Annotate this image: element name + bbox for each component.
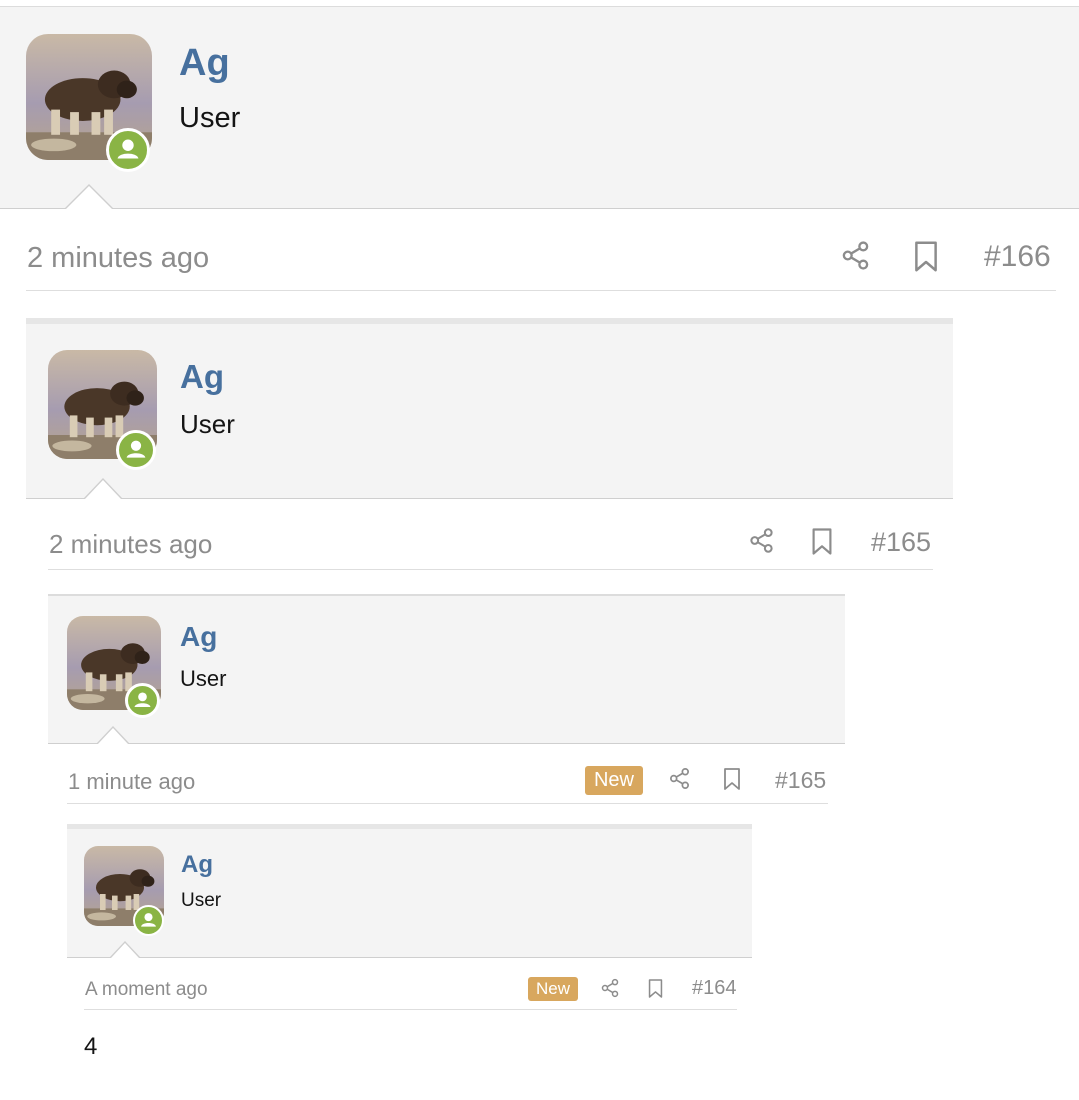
post-165b-online-user-icon: [125, 683, 160, 718]
post-166-number-link[interactable]: #166: [984, 240, 1051, 274]
post-166-share-icon[interactable]: [840, 240, 871, 271]
post-165a-user-title: User: [180, 409, 235, 439]
post-165a-online-user-icon: [116, 430, 156, 470]
post-165b-username[interactable]: Ag: [180, 621, 217, 653]
post-165b-number-link[interactable]: #165: [775, 767, 826, 794]
post-164-number-link[interactable]: #164: [692, 977, 737, 1000]
post-166-divider: [26, 290, 1056, 291]
post-165a-username[interactable]: Ag: [180, 358, 224, 396]
post-165b-divider: [67, 803, 828, 804]
post-165b-new-badge: New: [585, 766, 643, 795]
post-164-username[interactable]: Ag: [181, 851, 213, 879]
post-164-timestamp[interactable]: A moment ago: [85, 979, 208, 1001]
post-165b-timestamp[interactable]: 1 minute ago: [68, 769, 195, 795]
post-166-user-header: [0, 6, 1079, 209]
post-164-user-header: [67, 824, 752, 958]
post-165b-user-header: [48, 594, 845, 744]
post-165b-share-icon[interactable]: [668, 767, 691, 790]
post-164-new-badge: New: [528, 977, 578, 1001]
post-165a-share-icon[interactable]: [748, 527, 775, 554]
post-165a-timestamp[interactable]: 2 minutes ago: [49, 529, 212, 560]
post-165b-bookmark-icon[interactable]: [722, 767, 742, 791]
post-165a-user-header: [26, 318, 953, 499]
post-164-divider: [84, 1009, 737, 1010]
post-165b-user-title: User: [180, 666, 227, 691]
post-164-share-icon[interactable]: [600, 978, 620, 998]
post-164-body-text: 4: [84, 1033, 98, 1060]
post-165a-divider: [48, 569, 933, 570]
post-166-username[interactable]: Ag: [179, 42, 230, 85]
post-164-bookmark-icon[interactable]: [647, 978, 664, 999]
post-164-user-title: User: [181, 890, 222, 911]
post-166-bookmark-icon[interactable]: [912, 240, 940, 273]
post-165a-number-link[interactable]: #165: [871, 527, 931, 558]
post-165a-bookmark-icon[interactable]: [810, 527, 834, 556]
post-166-online-user-icon: [106, 128, 150, 172]
post-166-user-title: User: [179, 102, 241, 134]
post-164-online-user-icon: [133, 905, 164, 936]
post-166-timestamp[interactable]: 2 minutes ago: [27, 242, 209, 275]
